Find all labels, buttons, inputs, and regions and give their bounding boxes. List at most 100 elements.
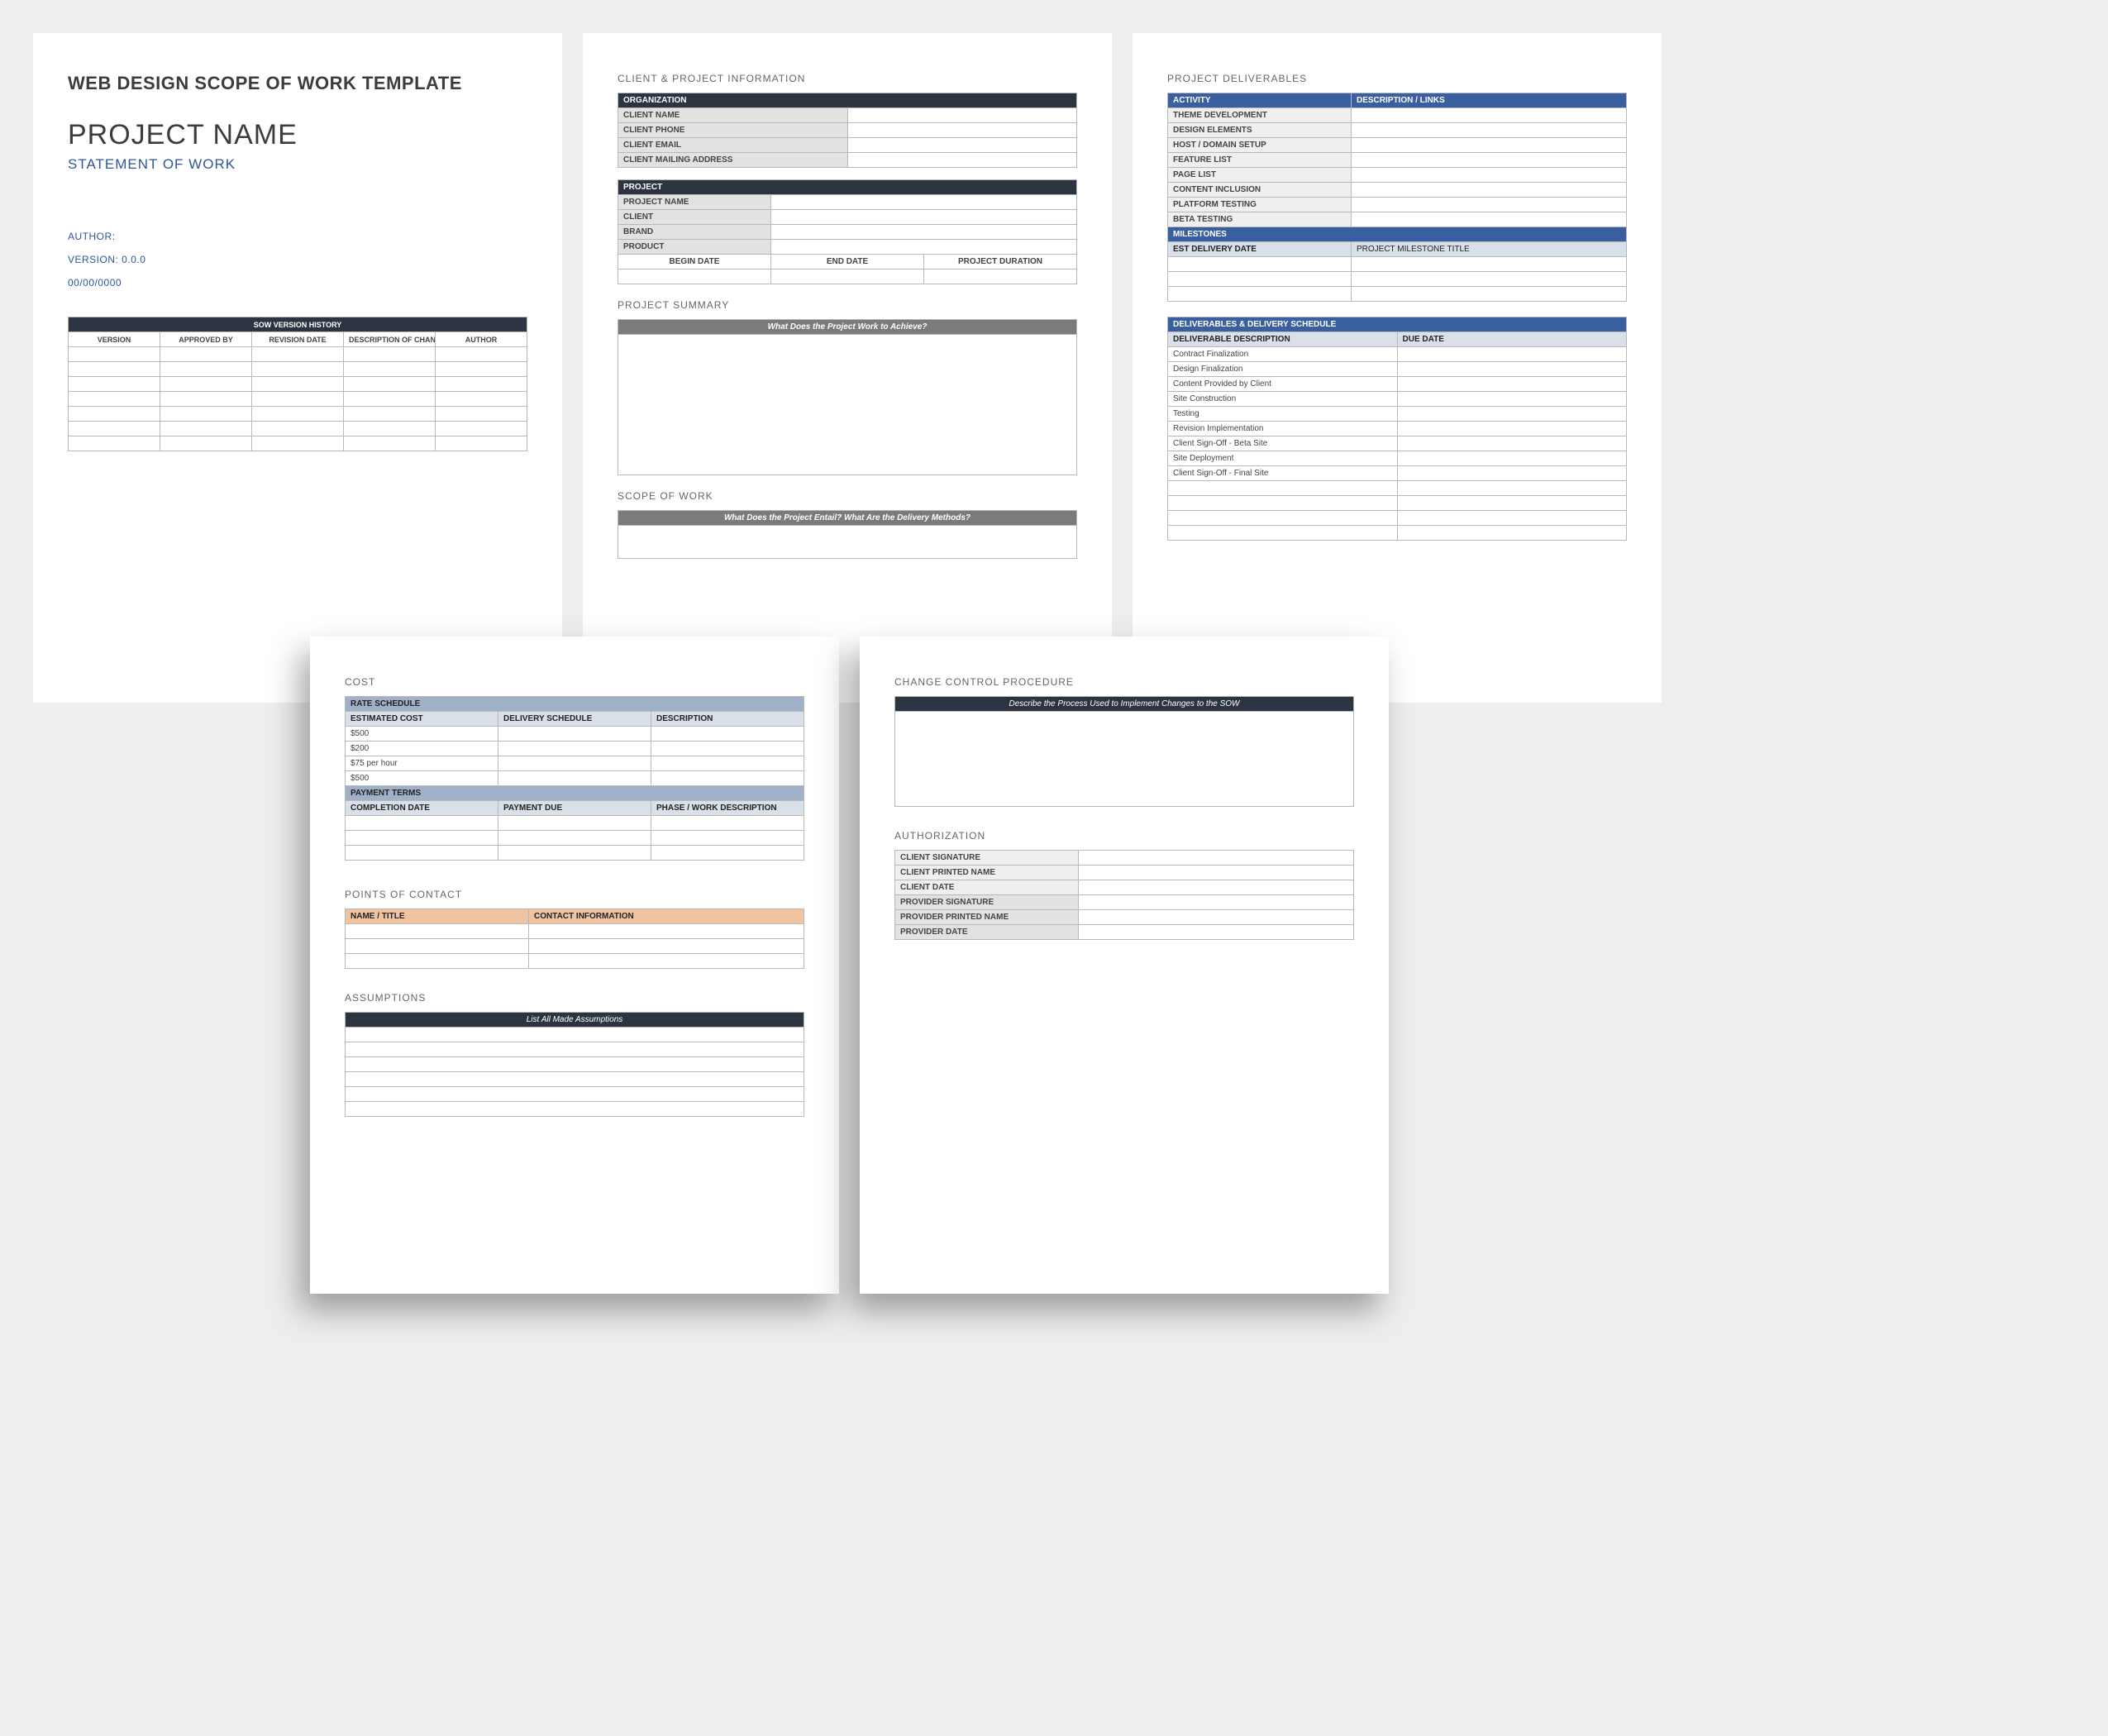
- table-row[interactable]: [346, 924, 804, 939]
- assumptions-prompt: List All Made Assumptions: [346, 1013, 804, 1028]
- table-row[interactable]: [346, 846, 804, 861]
- phase-header: PHASE / WORK DESCRIPTION: [651, 801, 804, 816]
- table-row[interactable]: [346, 1042, 804, 1057]
- table-row[interactable]: [346, 954, 804, 969]
- table-row[interactable]: [618, 269, 1077, 284]
- table-row[interactable]: [346, 1087, 804, 1102]
- due-cell[interactable]: [1397, 392, 1627, 407]
- activity-cell[interactable]: [1352, 212, 1627, 227]
- delivery-schedule-header: DELIVERY SCHEDULE: [498, 712, 651, 727]
- project-brand-cell[interactable]: [771, 225, 1077, 240]
- table-row[interactable]: [1168, 511, 1627, 526]
- dds-header: DELIVERABLES & DELIVERY SCHEDULE: [1168, 317, 1627, 332]
- project-product-cell[interactable]: [771, 240, 1077, 255]
- scope-prompt: What Does the Project Entail? What Are t…: [618, 511, 1077, 526]
- scope-of-work-heading: SCOPE OF WORK: [618, 490, 1077, 502]
- milestones-header: MILESTONES: [1168, 227, 1627, 242]
- end-date-header: END DATE: [771, 255, 924, 269]
- due-cell[interactable]: [1397, 466, 1627, 481]
- client-date-cell[interactable]: [1079, 880, 1354, 895]
- table-row[interactable]: $200: [346, 742, 804, 756]
- scope-text[interactable]: [618, 526, 1077, 559]
- table-row[interactable]: [346, 831, 804, 846]
- description-links-header: DESCRIPTION / LINKS: [1352, 93, 1627, 108]
- table-row[interactable]: [1168, 272, 1627, 287]
- table-row[interactable]: [346, 1072, 804, 1087]
- change-control-heading: CHANGE CONTROL PROCEDURE: [894, 676, 1354, 688]
- table-row[interactable]: [69, 407, 527, 422]
- table-row[interactable]: [1168, 287, 1627, 302]
- page-1-cover: WEB DESIGN SCOPE OF WORK TEMPLATE PROJEC…: [33, 33, 562, 703]
- table-row[interactable]: [69, 377, 527, 392]
- activity-feature: FEATURE LIST: [1168, 153, 1352, 168]
- schedule-item: Design Finalization: [1168, 362, 1398, 377]
- table-row[interactable]: [69, 422, 527, 436]
- table-row[interactable]: $75 per hour: [346, 756, 804, 771]
- due-cell[interactable]: [1397, 377, 1627, 392]
- due-date-header: DUE DATE: [1397, 332, 1627, 347]
- template-title: WEB DESIGN SCOPE OF WORK TEMPLATE: [68, 73, 527, 94]
- project-table: PROJECT PROJECT NAME CLIENT BRAND PRODUC…: [618, 179, 1077, 284]
- client-name-label: CLIENT NAME: [618, 108, 848, 123]
- activity-table: ACTIVITY DESCRIPTION / LINKS THEME DEVEL…: [1167, 93, 1627, 302]
- client-mailing-cell[interactable]: [847, 153, 1077, 168]
- activity-cell[interactable]: [1352, 138, 1627, 153]
- activity-cell[interactable]: [1352, 168, 1627, 183]
- client-name-cell[interactable]: [847, 108, 1077, 123]
- scope-of-work-box: What Does the Project Entail? What Are t…: [618, 510, 1077, 559]
- table-row[interactable]: [1168, 496, 1627, 511]
- due-cell[interactable]: [1397, 407, 1627, 422]
- activity-cell[interactable]: [1352, 183, 1627, 198]
- provider-date-cell[interactable]: [1079, 925, 1354, 940]
- schedule-item: Contract Finalization: [1168, 347, 1398, 362]
- table-row[interactable]: [346, 816, 804, 831]
- project-client-cell[interactable]: [771, 210, 1077, 225]
- due-cell[interactable]: [1397, 422, 1627, 436]
- table-row[interactable]: [346, 1057, 804, 1072]
- activity-platform: PLATFORM TESTING: [1168, 198, 1352, 212]
- project-summary-box: What Does the Project Work to Achieve?: [618, 319, 1077, 475]
- col-approved-by: APPROVED BY: [160, 332, 252, 347]
- activity-cell[interactable]: [1352, 108, 1627, 123]
- sow-version-history-table: SOW VERSION HISTORY VERSION APPROVED BY …: [68, 317, 527, 451]
- version-label: VERSION: 0.0.0: [68, 254, 527, 265]
- due-cell[interactable]: [1397, 451, 1627, 466]
- due-cell[interactable]: [1397, 436, 1627, 451]
- project-name-cell[interactable]: [771, 195, 1077, 210]
- provider-signature-cell[interactable]: [1079, 895, 1354, 910]
- client-email-cell[interactable]: [847, 138, 1077, 153]
- client-phone-cell[interactable]: [847, 123, 1077, 138]
- project-duration-header: PROJECT DURATION: [924, 255, 1077, 269]
- name-title-header: NAME / TITLE: [346, 909, 529, 924]
- activity-cell[interactable]: [1352, 123, 1627, 138]
- table-row[interactable]: [69, 347, 527, 362]
- client-signature-label: CLIENT SIGNATURE: [895, 851, 1079, 866]
- due-cell[interactable]: [1397, 362, 1627, 377]
- table-row[interactable]: [1168, 526, 1627, 541]
- client-signature-cell[interactable]: [1079, 851, 1354, 866]
- table-row[interactable]: [69, 436, 527, 451]
- table-row[interactable]: $500: [346, 727, 804, 742]
- provider-printed-name-cell[interactable]: [1079, 910, 1354, 925]
- table-row[interactable]: [346, 1102, 804, 1117]
- activity-cell[interactable]: [1352, 153, 1627, 168]
- schedule-item: Client Sign-Off - Final Site: [1168, 466, 1398, 481]
- table-row[interactable]: [69, 362, 527, 377]
- table-row[interactable]: [1168, 257, 1627, 272]
- due-cell[interactable]: [1397, 347, 1627, 362]
- project-summary-text[interactable]: [618, 335, 1077, 475]
- activity-cell[interactable]: [1352, 198, 1627, 212]
- project-deliverables-heading: PROJECT DELIVERABLES: [1167, 73, 1627, 84]
- table-row[interactable]: [1168, 481, 1627, 496]
- table-row[interactable]: [346, 1028, 804, 1042]
- schedule-item: Revision Implementation: [1168, 422, 1398, 436]
- client-email-label: CLIENT EMAIL: [618, 138, 848, 153]
- table-row[interactable]: [69, 392, 527, 407]
- change-text[interactable]: [895, 712, 1354, 807]
- table-row[interactable]: [346, 939, 804, 954]
- payment-terms-header: PAYMENT TERMS: [346, 786, 804, 801]
- rate-value: $500: [346, 727, 498, 742]
- client-mailing-label: CLIENT MAILING ADDRESS: [618, 153, 848, 168]
- table-row[interactable]: $500: [346, 771, 804, 786]
- client-printed-name-cell[interactable]: [1079, 866, 1354, 880]
